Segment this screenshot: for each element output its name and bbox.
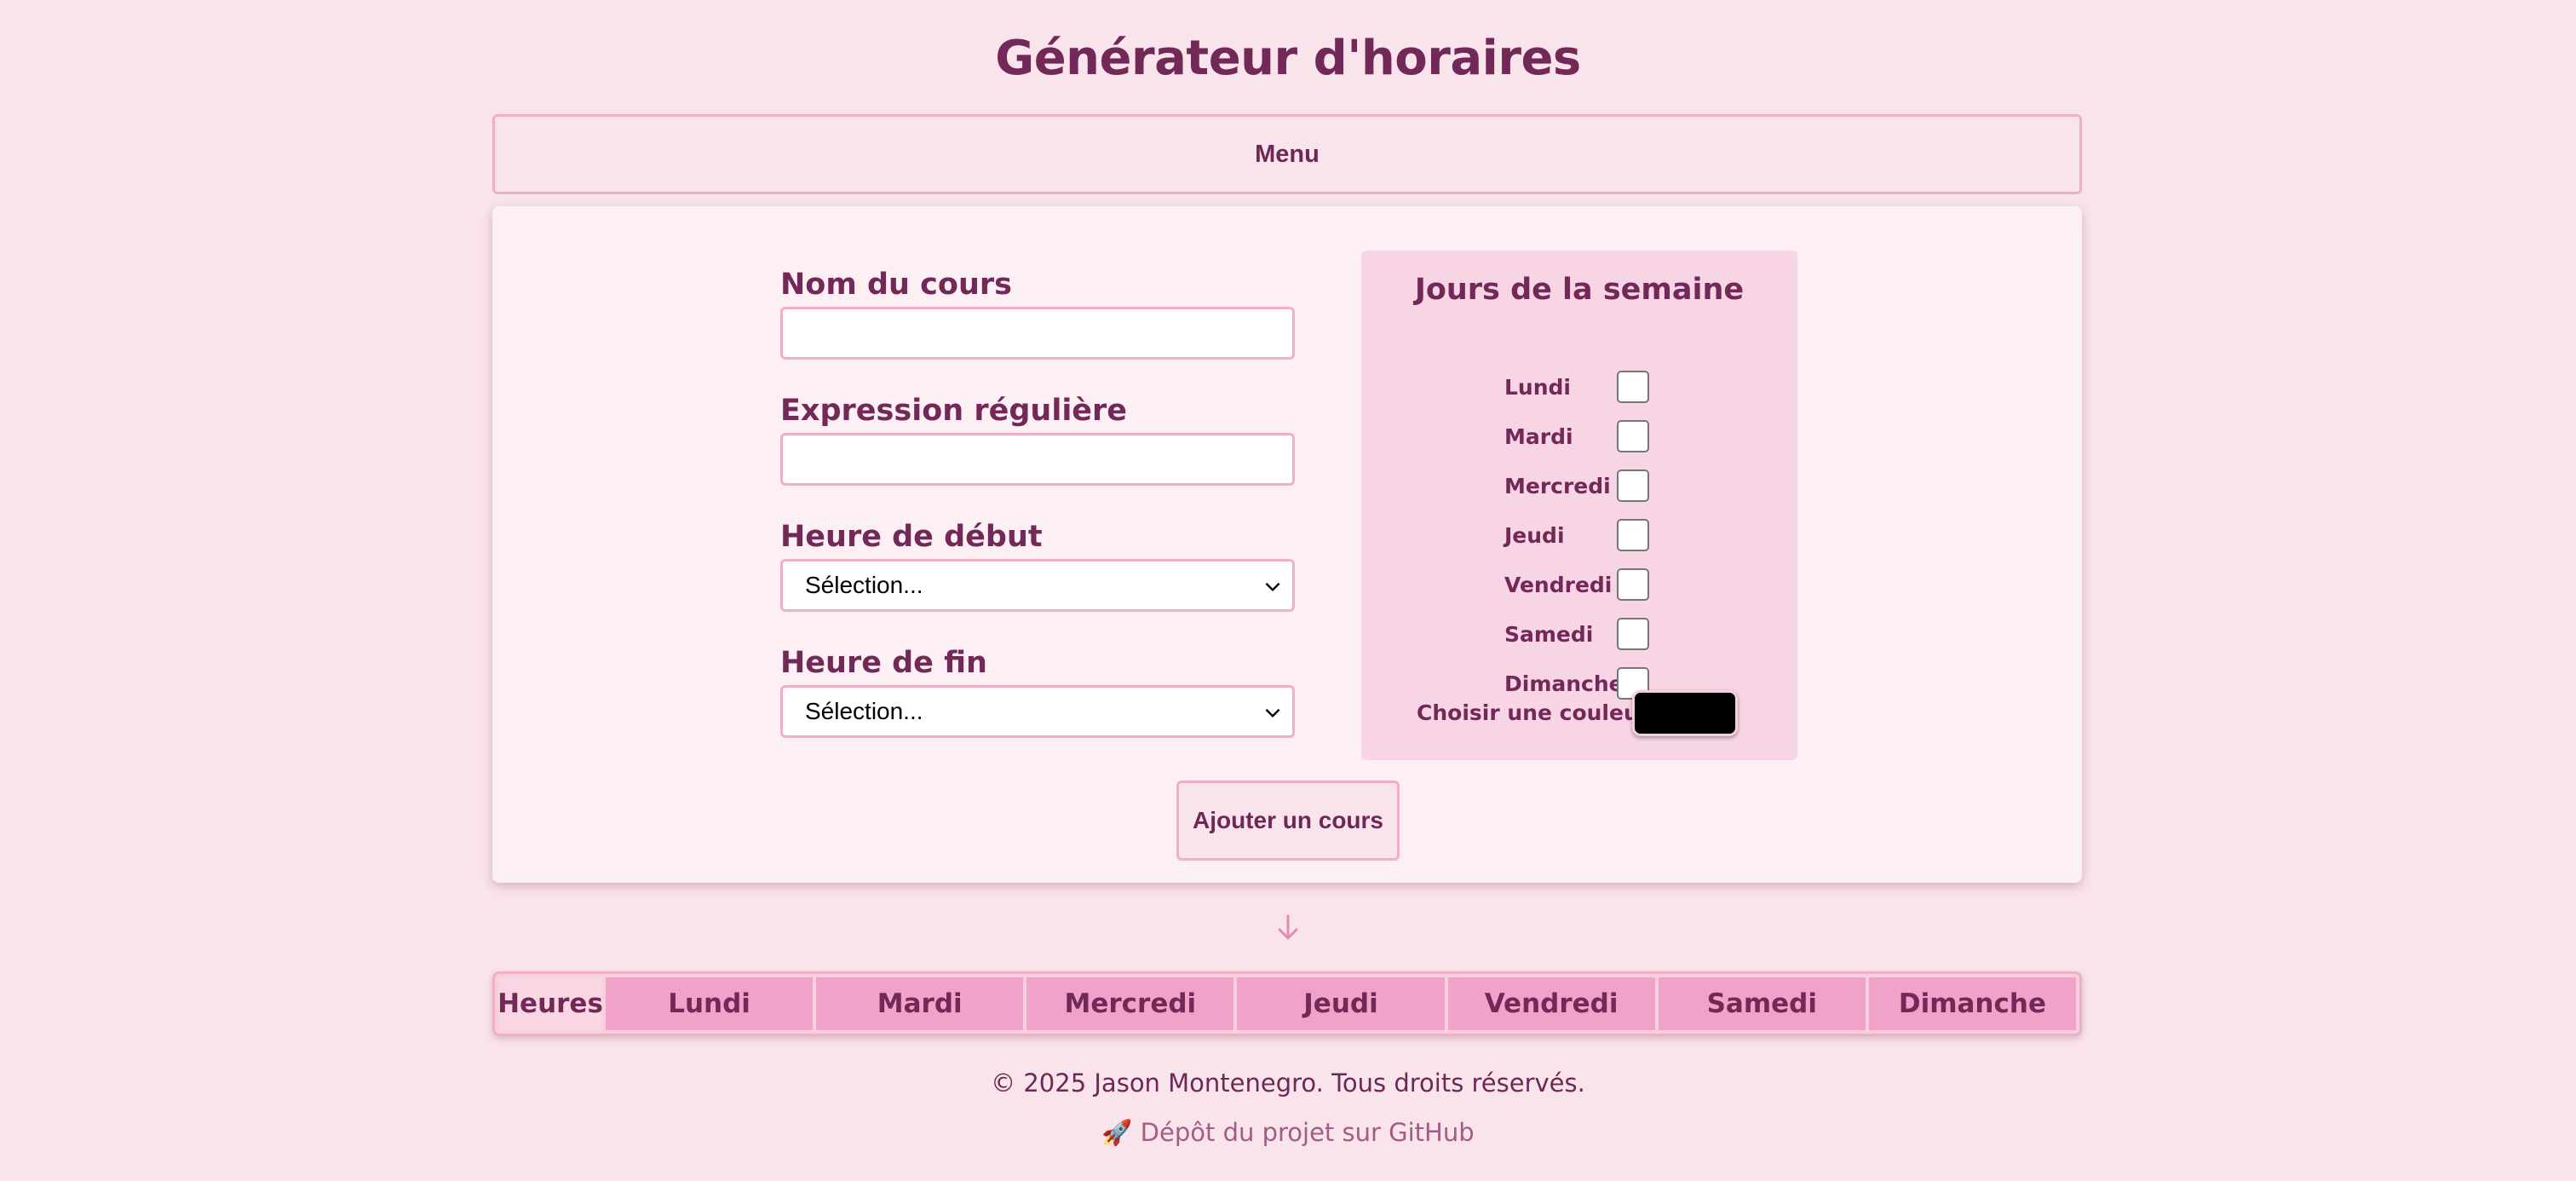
- color-picker[interactable]: [1632, 690, 1738, 736]
- schedule-header-vendredi: Vendredi: [1447, 977, 1655, 1030]
- start-time-label: Heure de début: [780, 520, 1043, 554]
- add-course-button[interactable]: Ajouter un cours: [1176, 781, 1400, 861]
- day-checkbox-mardi[interactable]: [1617, 420, 1649, 452]
- days-panel: Jours de la semaine Lundi Mardi Mercredi…: [1361, 251, 1797, 760]
- regex-label: Expression régulière: [780, 394, 1128, 428]
- day-checkbox-jeudi[interactable]: [1617, 519, 1649, 551]
- schedule-header-dimanche: Dimanche: [1868, 977, 2076, 1030]
- github-repo-link[interactable]: 🚀 Dépôt du projet sur GitHub: [0, 1118, 2576, 1148]
- day-label-jeudi: Jeudi: [1504, 523, 1565, 548]
- course-name-input[interactable]: [780, 307, 1295, 360]
- day-checkbox-samedi[interactable]: [1617, 618, 1649, 650]
- schedule-header-samedi: Samedi: [1658, 977, 1866, 1030]
- course-name-label: Nom du cours: [780, 268, 1012, 302]
- chevron-down-icon: [1265, 582, 1280, 592]
- schedule-header-hours: Heures: [497, 977, 603, 1030]
- page-title: Générateur d'horaires: [995, 31, 1581, 86]
- end-time-select[interactable]: Sélection...: [780, 685, 1295, 738]
- days-title: Jours de la semaine: [1414, 273, 1745, 307]
- start-time-value: Sélection...: [805, 572, 923, 598]
- schedule-header-jeudi: Jeudi: [1237, 977, 1445, 1030]
- chevron-down-icon: [1265, 708, 1280, 718]
- day-checkbox-vendredi[interactable]: [1617, 568, 1649, 601]
- arrow-down-icon: [1278, 914, 1298, 940]
- schedule-header-lundi: Lundi: [606, 977, 814, 1030]
- day-checkbox-lundi[interactable]: [1617, 371, 1649, 403]
- day-label-mardi: Mardi: [1504, 424, 1573, 449]
- day-label-mercredi: Mercredi: [1504, 474, 1611, 498]
- day-label-lundi: Lundi: [1504, 375, 1571, 400]
- color-picker-label: Choisir une couleur: [1417, 700, 1650, 725]
- copyright-text: © 2025 Jason Montenegro. Tous droits rés…: [991, 1069, 1585, 1097]
- schedule-header-mardi: Mardi: [816, 977, 1024, 1030]
- day-checkbox-mercredi[interactable]: [1617, 470, 1649, 502]
- end-time-label: Heure de fin: [780, 646, 987, 680]
- day-label-dimanche: Dimanche: [1504, 671, 1624, 696]
- day-label-vendredi: Vendredi: [1504, 573, 1613, 597]
- end-time-value: Sélection...: [805, 698, 923, 724]
- schedule-header: Heures Lundi Mardi Mercredi Jeudi Vendre…: [492, 971, 2082, 1036]
- course-form-card: Nom du cours Expression régulière Heure …: [492, 206, 2082, 883]
- schedule-header-mercredi: Mercredi: [1026, 977, 1234, 1030]
- start-time-select[interactable]: Sélection...: [780, 559, 1295, 612]
- regex-input[interactable]: [780, 433, 1295, 486]
- day-label-samedi: Samedi: [1504, 622, 1594, 647]
- menu-button[interactable]: Menu: [492, 114, 2082, 194]
